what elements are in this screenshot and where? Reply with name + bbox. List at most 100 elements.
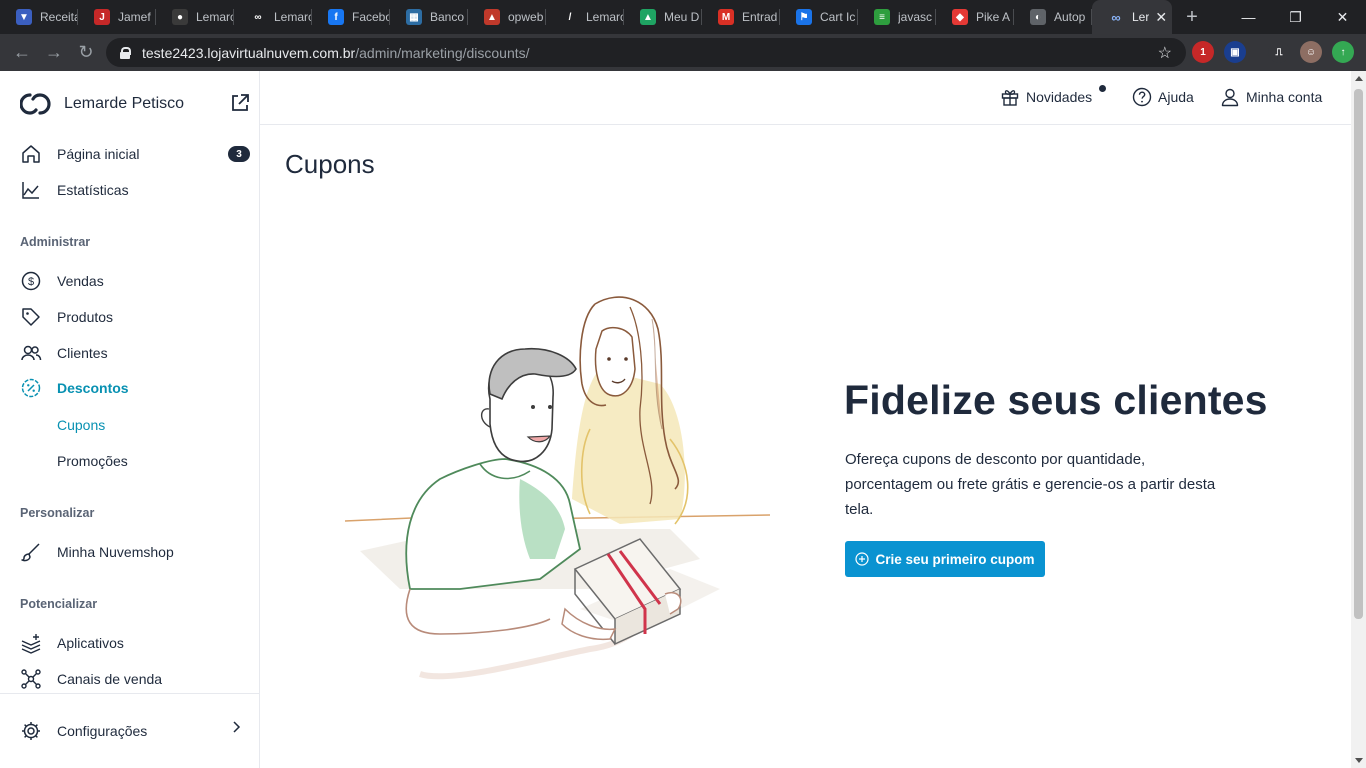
sidebar-subitem-promotions[interactable]: Promoções [57,453,128,469]
tab-favicon-icon: f [328,9,344,25]
plus-circle-icon [855,552,870,566]
tab-favicon-icon: J [94,9,110,25]
browser-tab[interactable]: ▼ Receita [0,0,78,34]
account-label: Minha conta [1246,89,1323,105]
scrollbar-thumb[interactable] [1354,89,1363,619]
close-window-button[interactable]: ✕ [1319,0,1366,34]
browser-tab[interactable]: J Jamef [78,0,156,34]
sidebar-item-settings[interactable]: Configurações [20,719,147,743]
new-tab-button[interactable]: + [1172,6,1212,29]
tab-list: ▼ Receita J Jamef ● Lemarc ∞ Lemarc f Facebo ▦ Banc… [0,0,1092,34]
open-store-icon[interactable] [230,93,250,113]
apps-icon [21,634,41,654]
lock-icon [120,46,131,59]
news-label: Novidades [1026,89,1093,105]
coupon-illustration [344,296,771,680]
tab-title: Entrad [742,10,778,24]
restore-button[interactable]: ❐ [1272,0,1319,34]
create-coupon-label: Crie seu primeiro cupom [875,551,1035,567]
tab-title: Lemarc [586,10,624,24]
news-button[interactable]: Novidades [1000,87,1092,107]
sidebar-item-discounts[interactable]: Descontos [20,376,129,400]
gift-icon [1001,90,1019,106]
sidebar-item-my-nuvemshop[interactable]: Minha Nuvemshop [20,540,174,564]
channels-icon [21,669,41,689]
browser-tab[interactable]: ∞ Lemarc [234,0,312,34]
sidebar-item-products[interactable]: Produtos [20,305,113,329]
sidebar-item-sales[interactable]: $ Vendas [20,269,104,293]
browser-tab[interactable]: ▦ Banco [390,0,468,34]
reload-button[interactable]: ↻ [70,37,102,69]
sidebar-item-home[interactable]: Página inicial [20,142,140,166]
tab-favicon-icon: ◆ [952,9,968,25]
url-field[interactable]: teste2423.lojavirtualnuvem.com.br/admin/… [106,38,1186,67]
browser-tab[interactable]: ◆ Pike A [936,0,1014,34]
users-icon [21,345,42,361]
back-button[interactable]: ← [6,37,38,69]
discount-icon [21,378,41,398]
browser-tab[interactable]: M Entrad [702,0,780,34]
app-root: Lemarde Petisco Página inicial 3 Estatís… [0,71,1366,768]
sidebar-item-label: Descontos [57,380,129,396]
chevron-right-icon[interactable] [230,721,242,733]
sidebar-item-customers[interactable]: Clientes [20,341,108,365]
browser-tab[interactable]: ● Lemarc [156,0,234,34]
sidebar-item-channels[interactable]: Canais de venda [20,667,162,691]
browser-tab[interactable]: ⚑ Cart Ic [780,0,858,34]
extension-blue-icon[interactable]: ▣ [1224,41,1246,63]
browser-tab[interactable]: f Facebo [312,0,390,34]
sidebar-subitem-coupons[interactable]: Cupons [57,417,105,433]
page-title: Cupons [285,149,375,179]
profile-icon[interactable]: ☺ [1300,41,1322,63]
browser-tab[interactable]: / Lemarc [546,0,624,34]
minimize-button[interactable]: — [1225,0,1272,34]
browser-tab[interactable]: ◐ Autop [1014,0,1092,34]
update-icon[interactable]: ↑ [1332,41,1354,63]
tab-favicon-icon: ∞ [250,9,266,25]
cast-icon[interactable]: ⎍ [1268,41,1290,63]
account-button[interactable]: Minha conta [1220,87,1322,107]
sidebar-item-label: Página inicial [57,146,140,162]
section-admin: Administrar [20,235,91,249]
tab-title: Ler [1132,10,1150,24]
browser-tab[interactable]: ≡ javasc [858,0,936,34]
scroll-up-arrow-icon[interactable] [1355,76,1363,81]
browser-tab[interactable]: ▲ Meu D [624,0,702,34]
page-scrollbar[interactable] [1351,71,1366,768]
tab-title: Facebo [352,10,390,24]
create-first-coupon-button[interactable]: Crie seu primeiro cupom [845,541,1045,577]
window-controls: — ❐ ✕ [1225,0,1366,34]
sidebar-item-apps[interactable]: Aplicativos [20,631,124,655]
hero-description: Ofereça cupons de desconto por quantidad… [845,451,1216,518]
tab-title: Banco [430,10,465,24]
forward-button[interactable]: → [38,37,70,69]
brush-icon [21,543,40,562]
bookmark-star-icon[interactable]: ☆ [1158,43,1172,63]
store-brand[interactable]: Lemarde Petisco [20,91,184,117]
tab-favicon-icon: ● [172,9,188,25]
scroll-down-arrow-icon[interactable] [1355,758,1363,763]
sidebar-item-stats[interactable]: Estatísticas [20,178,129,202]
nuvemshop-favicon-icon: ∞ [1108,9,1124,25]
sidebar-item-label: Estatísticas [57,182,129,198]
extension-red-icon[interactable]: 1 [1192,41,1214,63]
sidebar-item-label: Canais de venda [57,671,163,687]
tab-title: Lemarc [274,10,312,24]
browser-tab[interactable]: ▲ opweb [468,0,546,34]
tag-icon [22,308,40,326]
user-icon [1221,88,1239,107]
address-bar: ← → ↻ teste2423.lojavirtualnuvem.com.br /… [0,34,1366,71]
section-boost: Potencializar [20,597,98,611]
sidebar: Lemarde Petisco Página inicial 3 Estatís… [0,71,260,768]
tab-favicon-icon: M [718,9,734,25]
tab-title: opweb [508,10,544,24]
close-tab-icon[interactable]: ✕ [1155,9,1167,26]
tab-favicon-icon: ◐ [1030,9,1046,25]
tab-title: Autop [1054,10,1086,24]
tab-title: Pike A [976,10,1011,24]
tab-title: Meu D [664,10,700,24]
tab-title: Cart Ic [820,10,856,24]
active-tab[interactable]: ∞ Ler ✕ [1092,0,1172,34]
tab-favicon-icon: ▼ [16,9,32,25]
help-button[interactable]: Ajuda [1132,87,1194,107]
